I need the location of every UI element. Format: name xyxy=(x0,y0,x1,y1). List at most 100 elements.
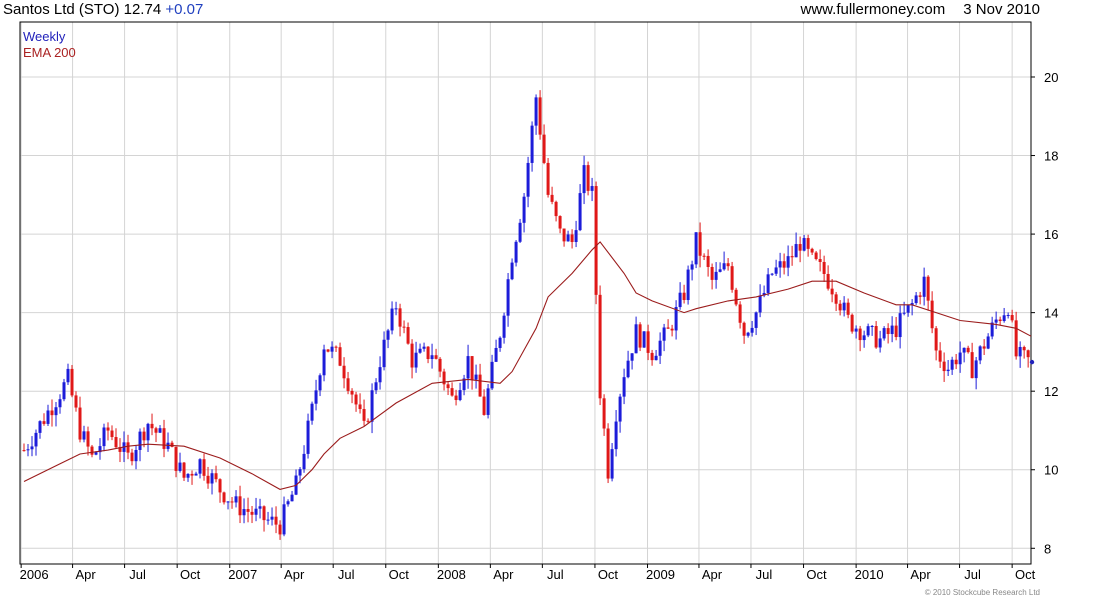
candle-body xyxy=(682,292,686,301)
candle-body xyxy=(350,390,354,395)
candle-body xyxy=(38,421,42,433)
candle-body xyxy=(474,374,478,380)
candle-body xyxy=(866,326,870,336)
chart-date: 3 Nov 2010 xyxy=(963,1,1040,18)
candle-body xyxy=(598,294,602,399)
candle-body xyxy=(874,325,878,348)
candle-body xyxy=(466,356,470,379)
candle-body xyxy=(338,347,342,366)
candle-body xyxy=(578,193,582,231)
candle-body xyxy=(542,134,546,163)
candles xyxy=(22,90,1030,540)
candle-body xyxy=(878,338,882,348)
candle-body xyxy=(634,324,638,354)
candle-body xyxy=(342,365,346,379)
candle-body xyxy=(486,388,490,415)
candle-body xyxy=(206,475,210,484)
candle-body xyxy=(478,374,482,397)
price-change: +0.07 xyxy=(165,1,204,18)
candle-body xyxy=(242,509,246,516)
candle-body xyxy=(786,256,790,268)
candle-body xyxy=(262,506,266,521)
candle-body xyxy=(522,196,526,223)
candle-body xyxy=(514,241,518,263)
candle-body xyxy=(994,319,998,323)
candle-body xyxy=(426,346,430,360)
x-tick-label: Jul xyxy=(964,567,981,582)
candle-body xyxy=(286,501,290,505)
candle-body xyxy=(94,452,98,455)
legend-weekly: Weekly xyxy=(23,29,66,44)
y-tick-label: 20 xyxy=(1044,70,1058,85)
candle-body xyxy=(722,263,726,270)
candle-body xyxy=(834,294,838,304)
candle-body xyxy=(422,346,426,349)
candle-body xyxy=(710,266,714,280)
candle-body xyxy=(894,325,898,338)
candle-body xyxy=(506,279,510,316)
candle-body xyxy=(962,347,966,353)
candle-body xyxy=(686,269,690,301)
candle-body xyxy=(174,446,178,471)
candle-body xyxy=(498,337,502,348)
candle-body xyxy=(314,390,318,404)
candle-body xyxy=(758,295,762,313)
stock-price: 12.74 xyxy=(123,1,162,18)
candle-body xyxy=(110,430,114,438)
candle-body xyxy=(986,336,990,349)
candle-body xyxy=(770,273,774,275)
chart-source: www.fullermoney.com 3 Nov 2010 xyxy=(801,1,1041,21)
candle-body xyxy=(526,162,530,197)
candle-body xyxy=(154,428,158,433)
x-tick-label: 2010 xyxy=(855,567,884,582)
candle-body xyxy=(818,259,822,262)
candle-body xyxy=(254,508,258,515)
x-tick-label: Apr xyxy=(284,567,305,582)
candle-body xyxy=(546,162,550,195)
candle-body xyxy=(510,262,514,280)
candle-body xyxy=(622,377,626,397)
candle-body xyxy=(22,450,26,452)
candle-body xyxy=(538,97,542,135)
candle-body xyxy=(162,428,166,449)
candle-body xyxy=(858,328,862,341)
candle-body xyxy=(790,256,794,258)
candle-body xyxy=(270,516,274,520)
candle-body xyxy=(1014,320,1018,357)
candle-body xyxy=(1006,315,1010,317)
x-tick-label: Jul xyxy=(547,567,564,582)
chart-title: Santos Ltd (STO) 12.74 +0.07 xyxy=(3,1,203,21)
candle-body xyxy=(838,303,842,311)
candle-body xyxy=(430,355,434,360)
source-site[interactable]: www.fullermoney.com xyxy=(801,1,946,18)
candle-body xyxy=(66,368,70,383)
candle-body xyxy=(194,473,198,476)
candle-body xyxy=(642,331,646,348)
candle-body xyxy=(322,349,326,376)
y-tick-label: 16 xyxy=(1044,227,1058,242)
candle-body xyxy=(626,360,630,378)
candle-body xyxy=(114,437,118,448)
candle-body xyxy=(942,361,946,372)
candle-body xyxy=(730,266,734,290)
legend-ema: EMA 200 xyxy=(23,45,76,60)
candle-body xyxy=(1022,346,1026,351)
x-tick-label: Apr xyxy=(75,567,96,582)
candle-body xyxy=(914,295,918,304)
candle-body xyxy=(550,194,554,202)
candle-body xyxy=(274,516,278,525)
candle-body xyxy=(406,327,410,344)
candle-body xyxy=(202,459,206,476)
candle-body xyxy=(78,407,82,440)
candle-body xyxy=(318,375,322,391)
candle-body xyxy=(570,234,574,243)
candle-body xyxy=(54,407,58,416)
candle-body xyxy=(842,302,846,311)
x-tick-label: Apr xyxy=(702,567,723,582)
candle-body xyxy=(282,504,286,535)
candle-body xyxy=(250,511,254,515)
candle-body xyxy=(558,216,562,229)
candle-body xyxy=(458,390,462,401)
candle-body xyxy=(386,330,390,340)
candle-body xyxy=(334,346,338,348)
